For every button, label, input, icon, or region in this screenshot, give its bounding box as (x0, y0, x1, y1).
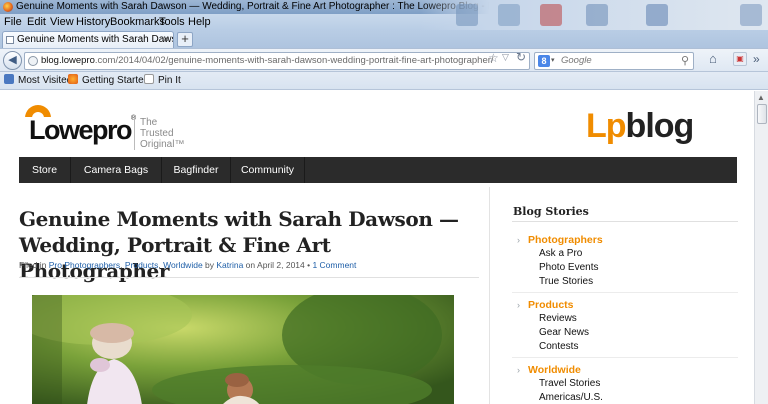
tab-active[interactable]: Genuine Moments with Sarah Dawson —... × (2, 31, 174, 48)
article-hero-image[interactable] (32, 295, 454, 404)
category-link-pro-photographers[interactable]: Pro Photographers (49, 260, 120, 270)
tab-strip: Genuine Moments with Sarah Dawson —... ×… (0, 30, 768, 48)
sidebar-title: Blog Stories (513, 205, 589, 218)
sidebar-link-photo-events[interactable]: Photo Events (539, 262, 598, 273)
logo-wordmark: Lowepro® (29, 115, 137, 145)
close-tab-icon[interactable]: × (163, 32, 169, 47)
bookmark-star-icon[interactable]: ☆ (488, 51, 499, 65)
scrollbar-thumb[interactable] (757, 104, 767, 124)
bookmark-pin-it[interactable]: Pin It (144, 72, 181, 90)
menu-view[interactable]: View (50, 14, 74, 30)
chevron-right-icon: › (517, 365, 520, 375)
author-link[interactable]: Katrina (216, 260, 243, 270)
menu-bookmarks[interactable]: Bookmarks (110, 14, 165, 30)
back-button[interactable]: ◀ (3, 51, 22, 70)
category-link-products[interactable]: Products (125, 260, 159, 270)
search-bar[interactable]: 8 ▾ Google ⚲ (534, 52, 694, 70)
page-icon (144, 74, 154, 84)
sidebar-link-ask-a-pro[interactable]: Ask a Pro (539, 248, 582, 259)
overlay-tile (540, 4, 562, 26)
google-icon: 8 (538, 55, 550, 67)
overlay-tile (456, 4, 478, 26)
firefox-icon (68, 74, 78, 84)
sidebar-link-travel-stories[interactable]: Travel Stories (539, 378, 600, 389)
sidebar-divider (489, 187, 490, 404)
lpblog-logo[interactable]: Lpblog (586, 108, 694, 144)
address-bar[interactable]: blog.lowepro.com/2014/04/02/genuine-mome… (24, 52, 530, 70)
history-dropdown-icon[interactable]: ▽ (502, 52, 509, 63)
nav-store[interactable]: Store (19, 157, 71, 183)
bookmarks-bar: Most Visited Getting Started Pin It (0, 72, 768, 90)
sidebar-link-reviews[interactable]: Reviews (539, 313, 577, 324)
url-path: .com/2014/04/02/genuine-moments-with-sar… (94, 55, 494, 66)
chevron-down-icon[interactable]: ▾ (551, 53, 555, 69)
site-navigation: Store Camera Bags Bagfinder Community (19, 157, 737, 183)
navigation-toolbar: ◀ blog.lowepro.com/2014/04/02/genuine-mo… (0, 48, 768, 72)
vertical-scrollbar[interactable]: ▲ (754, 91, 768, 404)
menu-tools[interactable]: Tools (159, 14, 185, 30)
bookmark-most-visited[interactable]: Most Visited (4, 72, 72, 90)
search-icon[interactable]: ⚲ (681, 53, 689, 69)
chevron-right-icon: › (517, 235, 520, 245)
background-overlay (420, 0, 768, 30)
category-products[interactable]: › Products (517, 299, 574, 311)
menu-edit[interactable]: Edit (27, 14, 46, 30)
overlay-tile (740, 4, 762, 26)
firefox-icon (3, 2, 13, 12)
page-icon (6, 36, 14, 44)
menu-history[interactable]: History (76, 14, 110, 30)
overlay-tile (498, 4, 520, 26)
nav-camera-bags[interactable]: Camera Bags (71, 157, 162, 183)
sidebar-link-gear-news[interactable]: Gear News (539, 327, 589, 338)
category-photographers[interactable]: › Photographers (517, 234, 603, 246)
home-icon[interactable]: ⌂ (709, 51, 717, 66)
search-placeholder: Google (561, 55, 592, 66)
web-page: Lowepro® The Trusted Original™ Lpblog St… (0, 91, 754, 404)
sidebar-link-americas-us[interactable]: Americas/U.S. (539, 392, 603, 403)
bookmark-folder-icon (4, 74, 14, 84)
overlay-tile (586, 4, 608, 26)
chevron-right-icon: › (517, 300, 520, 310)
menu-file[interactable]: File (4, 14, 22, 30)
addon-icon[interactable]: ▣ (733, 52, 747, 66)
divider (512, 221, 738, 222)
nav-bagfinder[interactable]: Bagfinder (162, 157, 231, 183)
globe-icon (28, 56, 38, 66)
reload-icon[interactable]: ↻ (516, 50, 526, 64)
menu-help[interactable]: Help (188, 14, 211, 30)
divider (512, 357, 738, 358)
category-link-worldwide[interactable]: Worldwide (163, 260, 203, 270)
divider (512, 292, 738, 293)
sidebar-link-true-stories[interactable]: True Stories (539, 276, 593, 287)
bookmark-getting-started[interactable]: Getting Started (68, 72, 149, 90)
toolbar-overflow-icon[interactable]: » (753, 52, 760, 66)
comments-link[interactable]: 1 Comment (312, 260, 356, 270)
logo-tagline: The Trusted Original™ (134, 117, 196, 150)
article-meta: Filed in Pro Photographers, Products, Wo… (19, 260, 479, 278)
category-worldwide[interactable]: › Worldwide (517, 364, 581, 376)
nav-community[interactable]: Community (231, 157, 305, 183)
sidebar-link-contests[interactable]: Contests (539, 341, 578, 352)
scroll-up-arrow-icon[interactable]: ▲ (757, 93, 765, 102)
url-domain: blog.lowepro (41, 55, 95, 66)
overlay-tile (646, 4, 668, 26)
new-tab-button[interactable]: + (177, 32, 193, 47)
photo-children-garden (32, 295, 454, 404)
tab-label: Genuine Moments with Sarah Dawson —... (17, 34, 173, 45)
